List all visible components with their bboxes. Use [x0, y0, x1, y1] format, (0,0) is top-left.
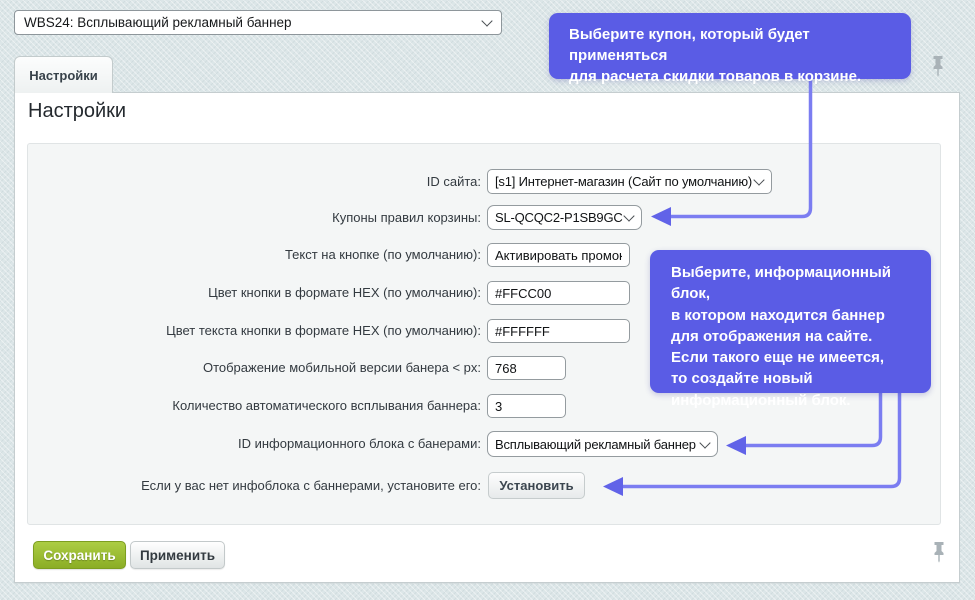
coupon-select-value: SL-QCQC2-P1SB9GC	[495, 210, 623, 225]
chevron-down-icon	[699, 437, 710, 448]
field-label-popup-count: Количество автоматического всплывания ба…	[40, 394, 481, 418]
button-text-input[interactable]	[487, 243, 630, 267]
field-label-coupons: Купоны правил корзины:	[40, 205, 481, 230]
field-label-install: Если у вас нет инфоблока с баннерами, ус…	[40, 472, 481, 499]
coupon-select[interactable]: SL-QCQC2-P1SB9GC	[487, 205, 642, 230]
button-color-input[interactable]	[487, 281, 630, 305]
site-id-select-value: [s1] Интернет-магазин (Сайт по умолчанию…	[495, 174, 752, 189]
module-settings-page: WBS24: Всплывающий рекламный баннер Наст…	[0, 0, 975, 600]
iblock-select[interactable]: Всплывающий рекламный баннер	[487, 431, 718, 457]
chevron-down-icon	[481, 15, 492, 26]
pushpin-icon[interactable]	[930, 55, 946, 78]
install-button[interactable]: Установить	[488, 472, 585, 499]
apply-button[interactable]: Применить	[130, 541, 225, 569]
tooltip-iblock-hint: Выберите, информационный блок, в котором…	[650, 250, 931, 393]
chevron-down-icon	[623, 210, 634, 221]
chevron-down-icon	[753, 174, 764, 185]
iblock-select-value: Всплывающий рекламный баннер	[495, 437, 696, 452]
field-label-iblock-id: ID информационного блока с банерами:	[40, 431, 481, 457]
module-selector-dropdown[interactable]: WBS24: Всплывающий рекламный баннер	[14, 10, 502, 35]
field-label-site-id: ID сайта:	[40, 169, 481, 194]
field-label-button-text: Текст на кнопке (по умолчанию):	[40, 243, 481, 267]
button-text-color-input[interactable]	[487, 319, 630, 343]
tab-settings-label: Настройки	[29, 68, 98, 83]
site-id-select[interactable]: [s1] Интернет-магазин (Сайт по умолчанию…	[487, 169, 772, 194]
pushpin-icon[interactable]	[931, 541, 947, 564]
tab-settings[interactable]: Настройки	[14, 56, 113, 93]
field-label-mobile-width: Отображение мобильной версии банера < px…	[40, 356, 481, 380]
field-label-button-color: Цвет кнопки в формате HEX (по умолчанию)…	[40, 281, 481, 305]
field-label-button-text-color: Цвет текста кнопки в формате HEX (по умо…	[40, 319, 481, 343]
module-selector-value: WBS24: Всплывающий рекламный баннер	[24, 15, 292, 30]
mobile-width-input[interactable]	[487, 356, 566, 380]
page-title: Настройки	[28, 100, 126, 123]
save-button[interactable]: Сохранить	[33, 541, 126, 569]
tooltip-coupon-hint: Выберите купон, который будет применятьс…	[549, 13, 911, 79]
popup-count-input[interactable]	[487, 394, 566, 418]
